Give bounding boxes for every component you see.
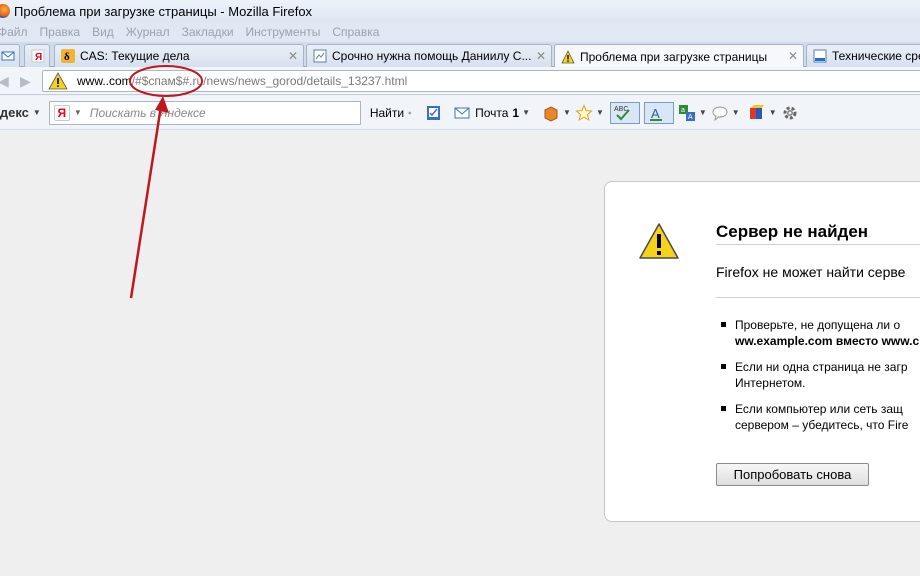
tab-label: CAS: Текущие дела xyxy=(80,49,190,63)
mail-icon xyxy=(454,107,470,118)
menu-bar: Файл Правка Вид Журнал Закладки Инструме… xyxy=(0,22,920,42)
chevron-down-icon[interactable]: ▼ xyxy=(596,108,604,117)
close-icon[interactable]: ✕ xyxy=(288,49,298,63)
tab-bar: Я δ CAS: Текущие дела ✕ Срочно нужна пом… xyxy=(0,42,920,68)
forward-icon[interactable]: ▶ xyxy=(20,73,31,90)
error-panel: Сервер не найден Firefox не может найти … xyxy=(604,181,920,522)
close-icon[interactable]: ✕ xyxy=(788,49,798,63)
window-titlebar: Проблема при загрузке страницы - Mozilla… xyxy=(0,0,920,22)
menu-help[interactable]: Справка xyxy=(332,25,379,39)
url-path: /#$спам$#.ru/news/news_gorod/details_132… xyxy=(131,74,408,88)
star-icon[interactable] xyxy=(575,103,593,122)
tab-yandex[interactable]: Я xyxy=(24,44,50,67)
warning-icon xyxy=(561,49,575,63)
try-again-button[interactable]: Попробовать снова xyxy=(716,463,869,486)
tab-label: Технические сре xyxy=(832,49,920,63)
error-title: Сервер не найден xyxy=(716,222,869,241)
chevron-down-icon[interactable]: ▼ xyxy=(769,108,777,117)
url-host: www..com xyxy=(77,74,132,88)
spellcheck-icon[interactable]: ABC xyxy=(609,101,640,124)
tip-line: Если ни одна страница не загр xyxy=(735,360,908,374)
translate-icon[interactable]: aA xyxy=(678,104,696,122)
bookmark-check-icon[interactable] xyxy=(425,104,443,122)
menu-file[interactable]: Файл xyxy=(0,25,28,39)
tab-mail[interactable] xyxy=(0,44,20,67)
list-item: Проверьте, не допущена ли о ww.example.c… xyxy=(717,317,920,349)
divider xyxy=(716,297,920,298)
svg-text:A: A xyxy=(688,114,693,121)
tab-tech[interactable]: Технические сре xyxy=(806,44,920,67)
find-button[interactable]: Найти xyxy=(370,106,404,120)
url-bar[interactable]: www..com/#$спам$#.ru/news/news_gorod/det… xyxy=(42,70,920,92)
cas-icon: δ xyxy=(61,49,75,63)
chevron-down-icon[interactable]: ▼ xyxy=(732,108,740,117)
chevron-down-icon[interactable]: ▼ xyxy=(74,108,82,117)
list-item: Если компьютер или сеть защ сервером – у… xyxy=(717,401,920,433)
svg-text:δ: δ xyxy=(64,51,70,63)
tip-line: Проверьте, не допущена ли о xyxy=(735,318,901,332)
error-tips-list: Проверьте, не допущена ли о ww.example.c… xyxy=(717,317,920,443)
yandex-icon: Я xyxy=(31,49,45,63)
mail-count-badge: 1 xyxy=(512,105,520,120)
warning-icon xyxy=(48,72,68,90)
close-icon[interactable]: ✕ xyxy=(536,49,546,63)
svg-text:A: A xyxy=(651,106,660,121)
cube-icon[interactable] xyxy=(748,104,766,122)
chat-bubble-icon[interactable] xyxy=(711,104,729,122)
tab-label: Проблема при загрузке страницы xyxy=(580,49,768,64)
yandex-logo-icon[interactable]: Я xyxy=(53,104,70,121)
navigation-toolbar: ◀ ▶ www..com/#$спам$#.ru/news/news_gorod… xyxy=(0,67,920,95)
yandex-brand[interactable]: ндекс xyxy=(0,105,29,120)
menu-view[interactable]: Вид xyxy=(92,25,114,39)
tab-cas[interactable]: δ CAS: Текущие дела ✕ xyxy=(54,44,304,67)
text-style-icon[interactable]: A xyxy=(643,101,674,124)
url-text[interactable]: www..com/#$спам$#.ru/news/news_gorod/det… xyxy=(77,74,407,88)
tab-help-request[interactable]: Срочно нужна помощь Даниилу С... ✕ xyxy=(306,44,552,67)
menu-tools[interactable]: Инструменты xyxy=(246,25,321,39)
yandex-toolbar: ндекс ▼ Я ▼ Найти Почта 1 ▼ ▼ ▼ ABC A aA… xyxy=(0,96,920,130)
title-divider xyxy=(716,244,920,245)
mail-label: Почта xyxy=(475,105,509,120)
tip-line: Интернетом. xyxy=(735,376,806,390)
chevron-down-icon[interactable]: ▼ xyxy=(699,108,707,117)
yandex-mail-button[interactable]: Почта 1 ▼ xyxy=(451,104,530,122)
resize-handle-icon[interactable] xyxy=(407,104,417,122)
firefox-icon xyxy=(0,4,10,18)
tab-label: Срочно нужна помощь Даниилу С... xyxy=(332,49,532,63)
error-short-description: Firefox не может найти серве xyxy=(716,264,906,280)
gear-icon[interactable] xyxy=(781,104,799,122)
menu-edit[interactable]: Правка xyxy=(40,25,81,39)
page-icon xyxy=(813,49,827,63)
chevron-down-icon[interactable]: ▼ xyxy=(33,108,41,117)
page-icon xyxy=(313,49,327,63)
yandex-search-box[interactable]: Я ▼ xyxy=(48,100,361,125)
chevron-down-icon[interactable]: ▼ xyxy=(522,108,530,117)
svg-text:a: a xyxy=(681,107,685,114)
chevron-down-icon[interactable]: ▼ xyxy=(563,108,571,117)
annotation-arrow-line xyxy=(129,105,163,299)
list-item: Если ни одна страница не загр Интернетом… xyxy=(717,359,920,391)
svg-text:Я: Я xyxy=(35,52,42,63)
tip-line: ww.example.com вместо www.c xyxy=(735,334,920,348)
yandex-search-input[interactable] xyxy=(89,105,330,120)
menu-bookmarks[interactable]: Закладки xyxy=(182,25,234,39)
tip-line: сервером – убедитесь, что Fire xyxy=(735,418,909,432)
mail-icon xyxy=(1,51,15,61)
menu-history[interactable]: Журнал xyxy=(126,25,170,39)
warning-icon xyxy=(639,223,679,259)
tab-load-problem[interactable]: Проблема при загрузке страницы ✕ xyxy=(554,44,804,68)
back-icon[interactable]: ◀ xyxy=(0,73,9,90)
tip-line: Если компьютер или сеть защ xyxy=(735,402,903,416)
box-icon[interactable] xyxy=(542,104,560,122)
window-title: Проблема при загрузке страницы - Mozilla… xyxy=(14,3,313,19)
